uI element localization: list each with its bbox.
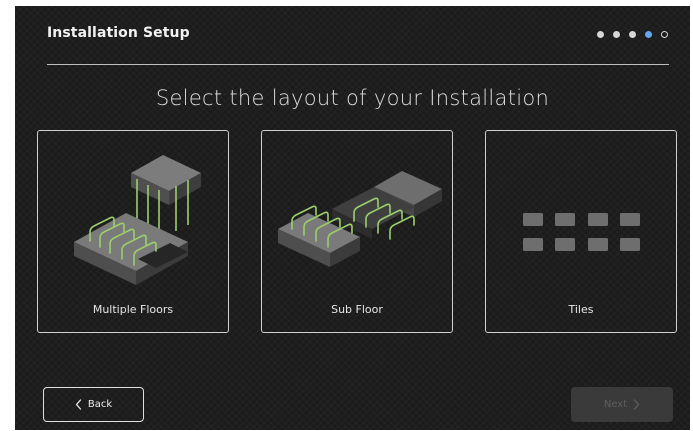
- step-dot-pending: [661, 31, 668, 38]
- step-dot-2: [613, 31, 620, 38]
- tiles-illustration: [523, 213, 640, 251]
- multiple-floors-illustration: [74, 155, 201, 285]
- next-button-label: Next: [603, 399, 628, 410]
- back-button[interactable]: Back: [43, 387, 144, 422]
- step-dot-3: [629, 31, 636, 38]
- option-tiles[interactable]: Tiles: [485, 130, 677, 333]
- header-divider: [47, 64, 669, 65]
- option-label: Sub Floor: [331, 303, 383, 316]
- step-dot-1: [597, 31, 604, 38]
- sub-floor-illustration: [278, 171, 442, 267]
- back-button-label: Back: [87, 399, 113, 410]
- option-sub-floor[interactable]: Sub Floor: [261, 130, 453, 333]
- page-heading: Select the layout of your Installation: [155, 86, 550, 110]
- step-dot-current: [645, 31, 652, 38]
- step-indicator: [597, 31, 668, 38]
- option-multiple-floors[interactable]: Multiple Floors: [37, 130, 229, 333]
- chevron-right-icon: [633, 399, 640, 410]
- installation-setup-screen: Installation Setup Select the layout of …: [15, 6, 690, 430]
- option-label: Multiple Floors: [92, 303, 174, 316]
- page-title: Installation Setup: [47, 25, 190, 41]
- next-button[interactable]: Next: [571, 387, 673, 422]
- chevron-left-icon: [75, 399, 82, 410]
- option-label: Tiles: [568, 303, 594, 316]
